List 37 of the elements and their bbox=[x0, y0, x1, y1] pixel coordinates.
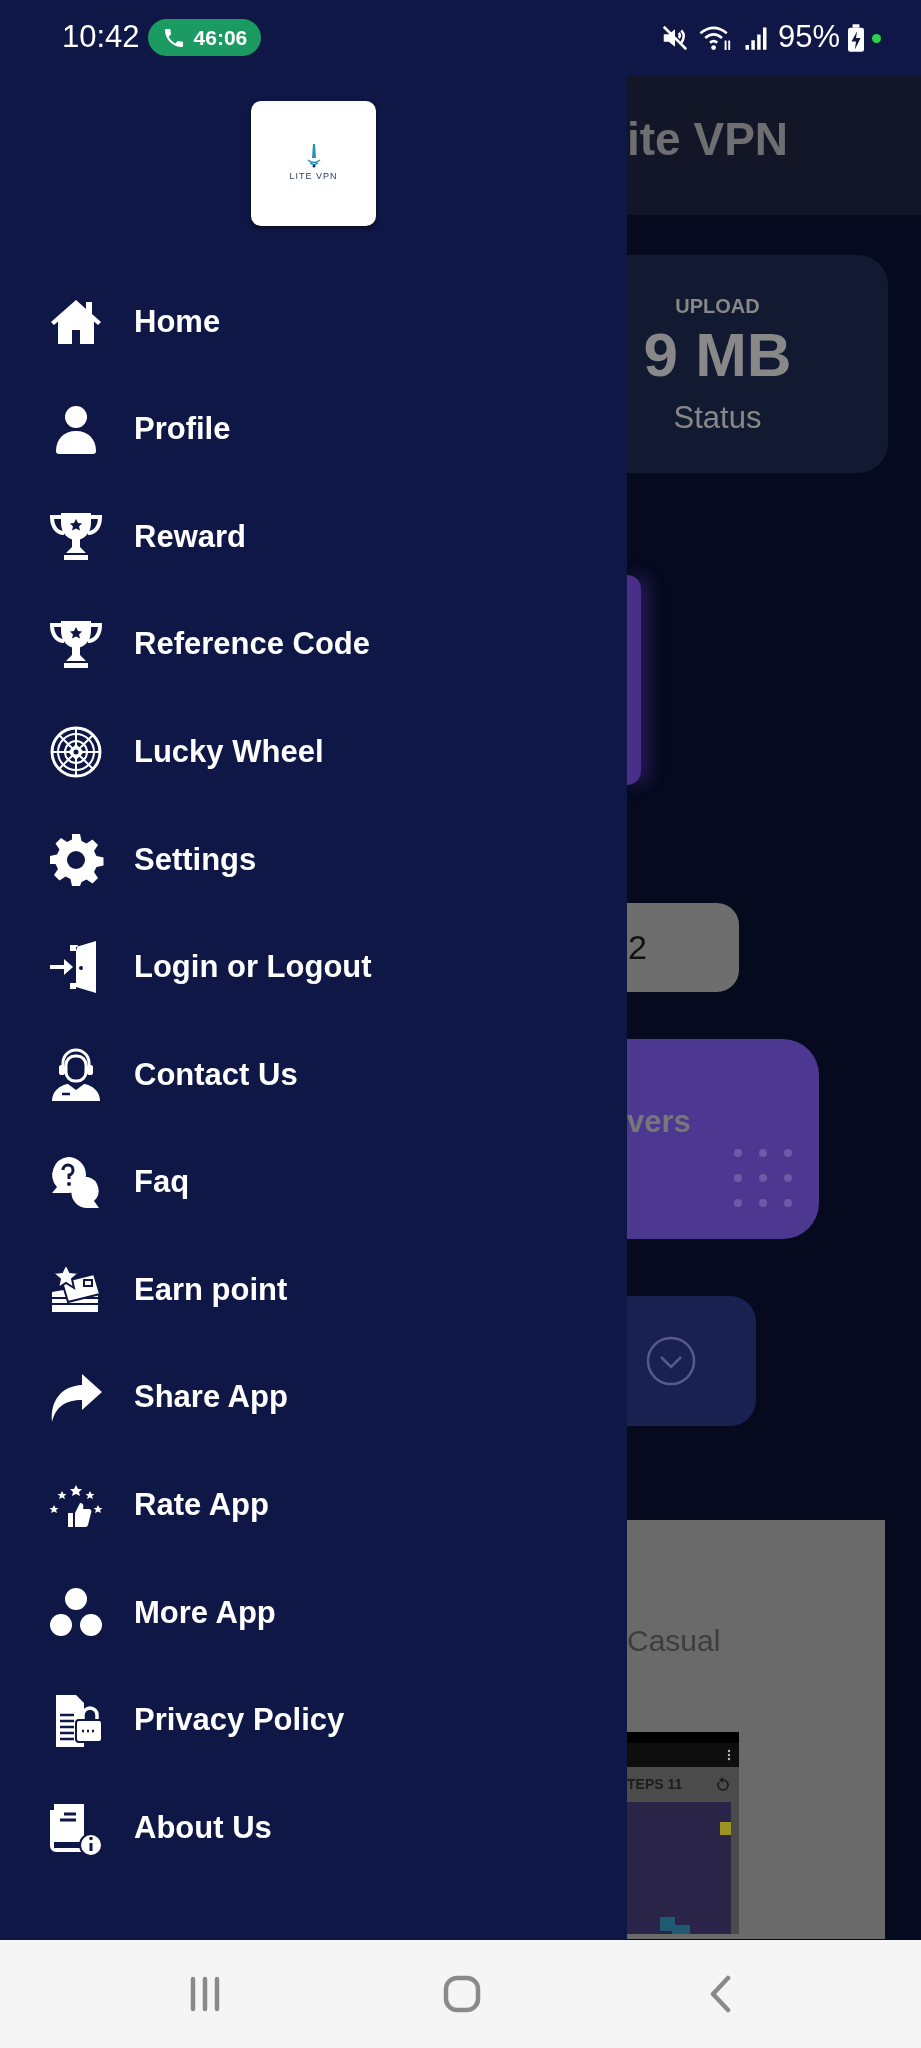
status-label: Status bbox=[673, 399, 762, 438]
menu-item[interactable]: Home bbox=[0, 268, 627, 376]
menu-item[interactable]: Reference Code bbox=[0, 590, 627, 699]
menu-item[interactable]: About Us bbox=[0, 1774, 627, 1882]
menu-item[interactable]: More App bbox=[0, 1559, 627, 1667]
battery-charging-icon bbox=[848, 23, 864, 52]
menu-item[interactable]: Settings bbox=[0, 805, 627, 914]
menu-item[interactable]: Faq bbox=[0, 1128, 627, 1237]
call-timer-pill[interactable]: 46:06 bbox=[147, 19, 262, 56]
server-pill[interactable]: 2 bbox=[627, 903, 739, 992]
recent-apps-button[interactable] bbox=[188, 1975, 222, 2013]
app-title-bar: ite VPN bbox=[627, 75, 921, 215]
battery-percent: 95% bbox=[777, 18, 840, 57]
refresh-icon bbox=[715, 1777, 731, 1794]
menu-item[interactable]: Privacy Policy bbox=[0, 1666, 627, 1775]
privacy-indicator-dot bbox=[872, 33, 881, 43]
upload-value: 9 MB bbox=[643, 321, 792, 390]
menu-item[interactable]: Rate App bbox=[0, 1451, 627, 1560]
menu-item[interactable]: Lucky Wheel bbox=[0, 698, 627, 806]
upload-label: UPLOAD bbox=[675, 294, 760, 319]
menu-item[interactable]: Profile bbox=[0, 375, 627, 484]
servers-label: vers bbox=[627, 1103, 691, 1141]
connect-button-edge[interactable] bbox=[627, 575, 641, 785]
clock-time: 10:42 bbox=[62, 18, 140, 57]
menu-item[interactable]: Share App bbox=[0, 1343, 627, 1452]
menu-item[interactable]: Reward bbox=[0, 483, 627, 591]
chevron-circle-icon bbox=[645, 1335, 697, 1387]
settings-icon bbox=[48, 831, 104, 888]
menu-item[interactable]: Contact Us bbox=[0, 1021, 627, 1129]
expand-card[interactable] bbox=[627, 1296, 756, 1426]
more-icon bbox=[727, 1749, 731, 1761]
dot-grid-icon bbox=[734, 1149, 792, 1207]
menu-item[interactable]: Login or Logout bbox=[0, 913, 627, 1022]
logo-text: LITE VPN bbox=[289, 169, 338, 183]
menu-item[interactable]: Earn point bbox=[0, 1236, 627, 1344]
back-button[interactable] bbox=[708, 1975, 732, 2013]
home-button[interactable] bbox=[443, 1975, 481, 2013]
